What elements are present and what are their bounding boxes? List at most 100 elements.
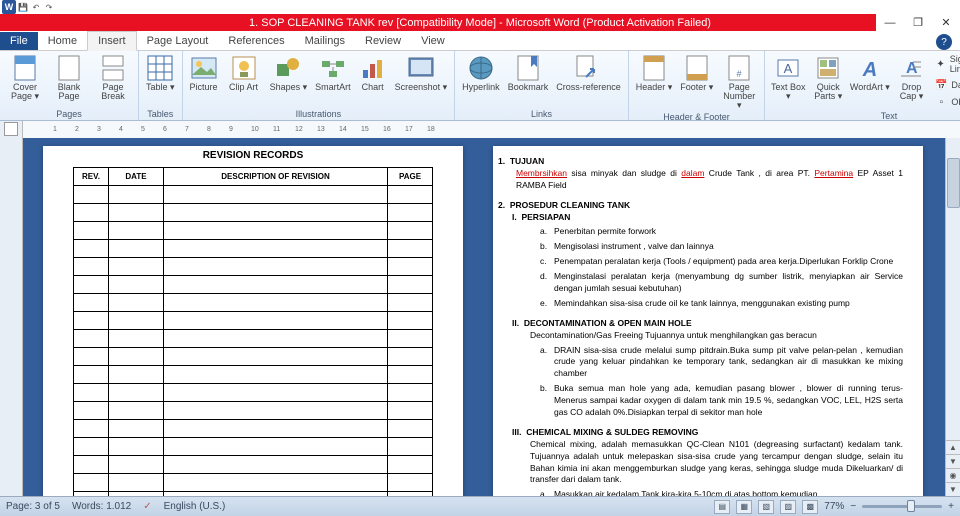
vertical-ruler[interactable] <box>0 138 23 496</box>
view-web-icon[interactable]: ▧ <box>758 500 774 514</box>
table-row <box>74 420 433 438</box>
maximize-button[interactable]: ❐ <box>904 14 932 31</box>
table-row <box>74 222 433 240</box>
list-item: Masukkan air kedalam Tank kira-kira 5-10… <box>540 489 903 496</box>
list-item: DRAIN sisa-sisa crude melalui sump pitdr… <box>540 345 903 381</box>
tab-view[interactable]: View <box>411 32 455 50</box>
hyperlink-button[interactable]: Hyperlink <box>459 53 503 93</box>
group-tables-label: Tables <box>143 108 178 120</box>
next-page-icon[interactable]: ▼ <box>946 482 960 496</box>
footer-button[interactable]: Footer ▾ <box>677 53 716 93</box>
datetime-button[interactable]: 📅Date & Time <box>932 77 960 93</box>
status-bar: Page: 3 of 5 Words: 1.012 ✓ English (U.S… <box>0 496 960 516</box>
tab-insert[interactable]: Insert <box>87 31 137 51</box>
svg-text:A: A <box>784 61 793 76</box>
crossref-button[interactable]: Cross-reference <box>553 53 624 93</box>
scroll-down-icon[interactable]: ▼ <box>946 454 960 468</box>
scroll-thumb[interactable] <box>947 158 960 208</box>
table-row <box>74 276 433 294</box>
minimize-button[interactable]: — <box>876 14 904 31</box>
list-item: Menginstalasi peralatan kerja (menyambun… <box>540 271 903 295</box>
chart-button[interactable]: Chart <box>356 53 390 93</box>
table-row <box>74 438 433 456</box>
zoom-level[interactable]: 77% <box>824 501 844 512</box>
view-draft-icon[interactable]: ▩ <box>802 500 818 514</box>
list-item: Mengisolasi instrument , valve dan lainn… <box>540 241 903 253</box>
status-words[interactable]: Words: 1.012 <box>72 501 131 512</box>
ribbon: Cover Page ▾ Blank Page Page Break Pages… <box>0 51 960 121</box>
blank-page-button[interactable]: Blank Page <box>48 53 90 102</box>
window-titlebar: 1. SOP CLEANING TANK rev [Compatibility … <box>0 14 960 31</box>
table-row <box>74 204 433 222</box>
col-page: PAGE <box>388 168 433 186</box>
picture-button[interactable]: Picture <box>187 53 221 93</box>
zoom-out-button[interactable]: − <box>850 501 856 512</box>
ribbon-tabs: File Home Insert Page Layout References … <box>0 31 960 51</box>
pagenum-button[interactable]: #Page Number ▾ <box>718 53 760 111</box>
list-item: Penerbitan permite forwork <box>540 226 903 238</box>
svg-text:A: A <box>906 60 918 77</box>
object-button[interactable]: ▫Object ▾ <box>932 94 960 110</box>
window-title: 1. SOP CLEANING TANK rev [Compatibility … <box>249 17 711 29</box>
revision-table: REV. DATE DESCRIPTION OF REVISION PAGE <box>73 167 433 496</box>
table-row <box>74 240 433 258</box>
table-row <box>74 402 433 420</box>
view-read-icon[interactable]: ▦ <box>736 500 752 514</box>
page-break-button[interactable]: Page Break <box>92 53 134 102</box>
clipart-button[interactable]: Clip Art <box>223 53 265 93</box>
undo-icon[interactable]: ↶ <box>30 1 42 13</box>
tab-selector[interactable] <box>4 122 18 136</box>
signature-icon: ✦ <box>934 58 946 72</box>
table-row <box>74 366 433 384</box>
close-button[interactable]: ✕ <box>932 14 960 31</box>
col-desc: DESCRIPTION OF REVISION <box>164 168 388 186</box>
textbox-button[interactable]: AText Box ▾ <box>769 53 807 102</box>
svg-text:A: A <box>862 59 877 80</box>
view-outline-icon[interactable]: ▨ <box>780 500 796 514</box>
table-button[interactable]: Table ▾ <box>143 53 178 93</box>
help-icon[interactable]: ? <box>936 34 952 50</box>
status-page[interactable]: Page: 3 of 5 <box>6 501 60 512</box>
zoom-slider[interactable] <box>862 505 942 508</box>
revision-title: REVISION RECORDS <box>73 150 433 161</box>
wordart-button[interactable]: AWordArt ▾ <box>849 53 890 93</box>
tab-mailings[interactable]: Mailings <box>295 32 355 50</box>
prev-page-icon[interactable]: ◉ <box>946 468 960 482</box>
table-row <box>74 258 433 276</box>
tab-references[interactable]: References <box>218 32 294 50</box>
signature-button[interactable]: ✦Signature Line ▾ <box>932 53 960 76</box>
zoom-in-button[interactable]: + <box>948 501 954 512</box>
tab-file[interactable]: File <box>0 32 38 50</box>
dropcap-button[interactable]: ADrop Cap ▾ <box>893 53 931 102</box>
table-row <box>74 384 433 402</box>
proofing-icon[interactable]: ✓ <box>143 501 151 512</box>
screenshot-button[interactable]: Screenshot ▾ <box>392 53 451 93</box>
save-icon[interactable]: 💾 <box>17 1 29 13</box>
status-lang[interactable]: English (U.S.) <box>164 501 226 512</box>
scroll-up-icon[interactable]: ▲ <box>946 440 960 454</box>
tab-review[interactable]: Review <box>355 32 411 50</box>
horizontal-ruler[interactable]: 123456789101112131415161718 <box>23 121 960 138</box>
table-row <box>74 348 433 366</box>
group-pages-label: Pages <box>4 108 134 120</box>
table-row <box>74 492 433 497</box>
quickparts-button[interactable]: Quick Parts ▾ <box>809 53 847 102</box>
header-button[interactable]: Header ▾ <box>633 53 676 93</box>
cover-page-button[interactable]: Cover Page ▾ <box>4 53 46 102</box>
table-row <box>74 186 433 204</box>
word-app-icon: W <box>2 0 16 14</box>
list-item: Memindahkan sisa-sisa crude oil ke tank … <box>540 298 903 310</box>
group-links-label: Links <box>459 108 624 120</box>
redo-icon[interactable]: ↷ <box>43 1 55 13</box>
bookmark-button[interactable]: Bookmark <box>505 53 552 93</box>
smartart-button[interactable]: SmartArt <box>312 53 354 93</box>
list-item: Penempatan peralatan kerja (Tools / equi… <box>540 256 903 268</box>
object-icon: ▫ <box>934 95 948 109</box>
view-print-icon[interactable]: ▤ <box>714 500 730 514</box>
tab-home[interactable]: Home <box>38 32 87 50</box>
tab-page-layout[interactable]: Page Layout <box>137 32 219 50</box>
shapes-button[interactable]: Shapes ▾ <box>267 53 311 93</box>
col-rev: REV. <box>74 168 109 186</box>
vertical-scrollbar[interactable]: ▲ ▼ ◉ ▼ <box>945 138 960 496</box>
col-date: DATE <box>109 168 164 186</box>
